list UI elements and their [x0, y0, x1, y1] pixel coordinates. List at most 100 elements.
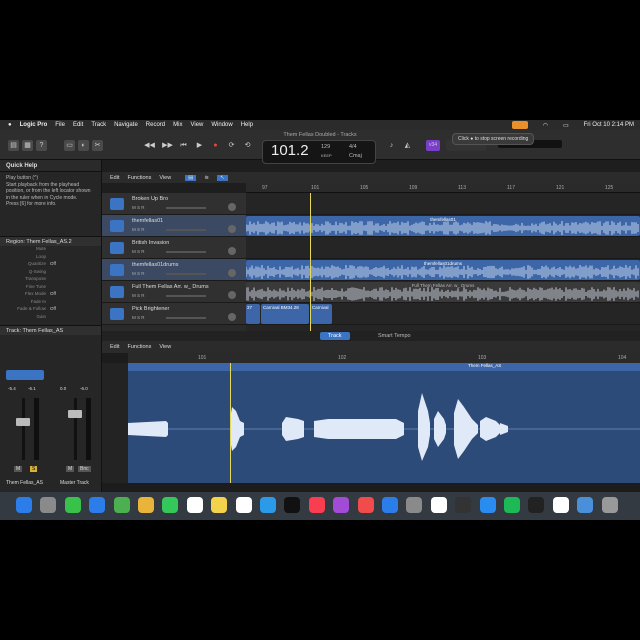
pan-knob[interactable]: [228, 269, 236, 277]
wifi-icon[interactable]: ◠: [543, 122, 548, 129]
track-header[interactable]: Full Them Fellas Arr. w_ Drums M S R: [102, 281, 246, 303]
tracks-ruler[interactable]: 97 101 105 109 113 117 121 125: [246, 183, 640, 193]
battery-icon[interactable]: ▭: [563, 122, 569, 129]
region-param-row[interactable]: Fade & Follow Off: [0, 306, 101, 314]
dock-app-icon-logic[interactable]: [455, 497, 472, 513]
track-volume-slider[interactable]: [166, 207, 206, 209]
audio-region[interactable]: themfellas01: [246, 216, 640, 236]
dock-app-icon-reminders[interactable]: [235, 497, 252, 513]
mute-solo-icons[interactable]: M S R: [132, 205, 145, 210]
track-inspector-header[interactable]: Track: Them Fellas_AS: [0, 325, 101, 335]
pan-knob[interactable]: [228, 225, 236, 233]
dock-app-icon-mail[interactable]: [89, 497, 106, 513]
tab-smart-tempo[interactable]: Smart Tempo: [370, 332, 419, 340]
dock-app-icon-news[interactable]: [357, 497, 374, 513]
mute-solo-icons[interactable]: M S R: [132, 227, 145, 232]
quick-help-button[interactable]: ?: [36, 140, 47, 151]
editor-playhead[interactable]: [230, 363, 231, 483]
dock-app-icon-tv[interactable]: [284, 497, 301, 513]
pan-knob[interactable]: [228, 291, 236, 299]
track-header[interactable]: themfellas01drums M S R: [102, 259, 246, 281]
editor-waveform-area[interactable]: [128, 371, 640, 483]
version-badge[interactable]: v34: [426, 140, 440, 151]
menu-window[interactable]: Window: [211, 122, 232, 128]
editors-button[interactable]: ✂: [92, 140, 103, 151]
midi-region[interactable]: Carnival BM34.28: [261, 304, 309, 324]
toolbar-button[interactable]: ▭: [64, 140, 75, 151]
region-param-row[interactable]: Transpose: [0, 276, 101, 284]
track-volume-slider[interactable]: [166, 317, 206, 319]
tuner-icon[interactable]: ♪: [386, 140, 397, 151]
dock-app-icon-terminal[interactable]: [528, 497, 545, 513]
editor-view-menu[interactable]: View: [159, 344, 171, 350]
tracks-edit-menu[interactable]: Edit: [110, 175, 119, 181]
dock-app-icon-calendar[interactable]: [186, 497, 203, 513]
smart-controls-button[interactable]: ◐: [78, 140, 89, 151]
track-lanes[interactable]: themfellas01 themfellas01drums Full Them…: [246, 193, 640, 331]
play-icon[interactable]: ▶: [194, 140, 205, 151]
dock-app-icon-app-store[interactable]: [382, 497, 398, 513]
track-volume-slider[interactable]: [166, 251, 206, 253]
region-param-row[interactable]: Quantize Off: [0, 261, 101, 269]
editor-ruler[interactable]: 101 102 103 104: [128, 353, 640, 363]
playhead[interactable]: [310, 193, 311, 331]
volume-fader[interactable]: [16, 418, 30, 426]
dock-app-icon-maps[interactable]: [113, 497, 130, 513]
dock-app-icon-settings[interactable]: [406, 497, 423, 513]
dock-app-icon-downloads[interactable]: [577, 497, 594, 513]
mute-solo-icons[interactable]: M S R: [132, 249, 145, 254]
dock-app-icon-facetime[interactable]: [162, 497, 179, 513]
catch-icon[interactable]: ↖: [216, 174, 228, 181]
track-header[interactable]: themfellas01 M S R: [102, 215, 246, 237]
mute-solo-icons[interactable]: M S R: [132, 315, 145, 320]
region-inspector-header[interactable]: Region: Them Fellas_AS.2: [0, 236, 101, 246]
track-header[interactable]: Pick Brightener M S R: [102, 303, 246, 325]
menu-record[interactable]: Record: [146, 122, 165, 128]
menubar-clock[interactable]: Fri Oct 10 2:14 PM: [584, 122, 634, 128]
region-param-row[interactable]: Flex Mode Off: [0, 291, 101, 299]
pan-knob[interactable]: [228, 203, 236, 211]
rewind-icon[interactable]: ◀◀: [144, 140, 155, 151]
region-param-row[interactable]: Mute: [0, 246, 101, 254]
editor-edit-menu[interactable]: Edit: [110, 344, 119, 350]
app-menu[interactable]: Logic Pro: [20, 122, 48, 128]
pan-knob[interactable]: [228, 247, 236, 255]
metronome-icon[interactable]: ◭: [402, 140, 413, 151]
screen-recording-icon[interactable]: [511, 121, 528, 129]
dock-app-icon-safari[interactable]: [260, 497, 276, 513]
mute-solo-icons[interactable]: M S R: [132, 293, 145, 298]
solo-button[interactable]: S: [30, 466, 38, 472]
menu-help[interactable]: Help: [241, 122, 253, 128]
editor-functions-menu[interactable]: Functions: [127, 344, 151, 350]
inspector-button[interactable]: ▦: [22, 140, 33, 151]
track-volume-slider[interactable]: [166, 273, 206, 275]
forward-icon[interactable]: ▶▶: [162, 140, 173, 151]
pointer-tool-icon[interactable]: ▤: [185, 174, 197, 181]
eq-thumbnail[interactable]: [6, 370, 44, 380]
track-header[interactable]: British Invasion M S R: [102, 237, 246, 259]
track-volume-slider[interactable]: [166, 295, 206, 297]
punch-icon[interactable]: ⟲: [242, 140, 253, 151]
menu-view[interactable]: View: [190, 122, 203, 128]
cycle-icon[interactable]: ⟳: [226, 140, 237, 151]
region-param-row[interactable]: Fine Tune: [0, 284, 101, 292]
region-param-row[interactable]: Loop: [0, 254, 101, 262]
region-param-row[interactable]: Q-Swing: [0, 269, 101, 277]
library-button[interactable]: ▤: [8, 140, 19, 151]
mute-solo-icons[interactable]: M S R: [132, 271, 145, 276]
midi-region[interactable]: 37: [246, 304, 260, 324]
dock-app-icon-finder[interactable]: [16, 497, 32, 513]
bounce-button[interactable]: Bnc: [78, 466, 91, 472]
master-mute-button[interactable]: M: [66, 466, 75, 472]
midi-region[interactable]: Carnival: [310, 304, 332, 324]
dock-app-icon-chrome[interactable]: [552, 497, 569, 513]
tracks-view-menu[interactable]: View: [159, 175, 171, 181]
dock-app-icon-notes[interactable]: [211, 497, 228, 513]
pan-knob[interactable]: [228, 313, 236, 321]
track-header[interactable]: Broken Up Bro M S R: [102, 193, 246, 215]
tracks-functions-menu[interactable]: Functions: [127, 175, 151, 181]
dock-app-icon-chrome[interactable]: [430, 497, 447, 513]
dock-app-icon-photos[interactable]: [138, 497, 154, 513]
menu-file[interactable]: File: [55, 122, 65, 128]
menu-edit[interactable]: Edit: [73, 122, 83, 128]
